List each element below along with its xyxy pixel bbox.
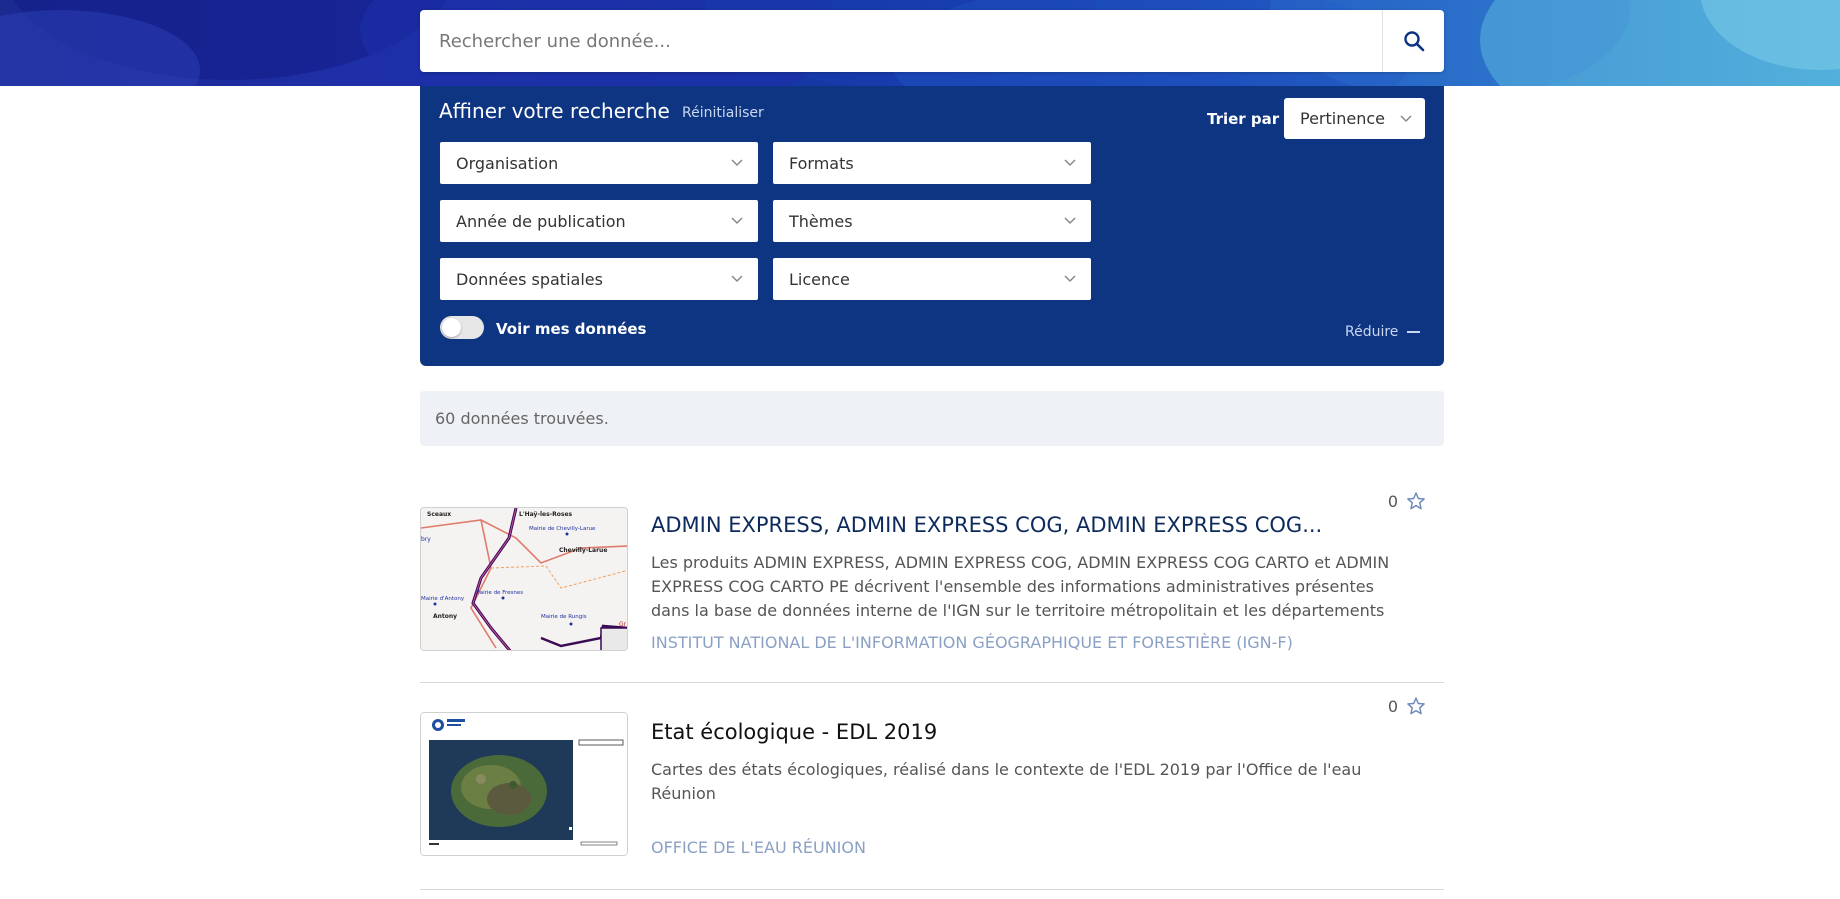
chevron-down-icon (1064, 275, 1076, 283)
filter-publication-year-label: Année de publication (456, 211, 626, 231)
reduce-filters-button[interactable]: Réduire (1345, 324, 1421, 340)
chevron-down-icon (1064, 159, 1076, 167)
chevron-down-icon (1400, 115, 1412, 123)
filter-licence-label: Licence (789, 269, 850, 289)
thumb-label-mairie-chevilly: Mairie de Chevilly-Larue (529, 526, 596, 532)
filter-licence[interactable]: Licence (773, 258, 1091, 300)
sort-select[interactable]: Pertinence (1284, 98, 1425, 139)
filter-spatial-data-label: Données spatiales (456, 269, 603, 289)
sort-label: Trier par : (1207, 110, 1291, 128)
filter-formats-label: Formats (789, 153, 854, 173)
filter-panel: Affiner votre recherche Réinitialiser Tr… (420, 86, 1444, 366)
chevron-down-icon (731, 275, 743, 283)
filter-formats[interactable]: Formats (773, 142, 1091, 184)
filter-publication-year[interactable]: Année de publication (440, 200, 758, 242)
favorite-count: 0 (1387, 696, 1398, 716)
dataset-thumbnail[interactable] (420, 712, 628, 856)
dataset-organization[interactable]: INSTITUT NATIONAL DE L'INFORMATION GÉOGR… (651, 633, 1293, 652)
sort-value: Pertinence (1300, 109, 1385, 128)
chevron-down-icon (731, 217, 743, 225)
search-icon (1403, 31, 1424, 52)
favorite-counter: 0 (1388, 491, 1426, 511)
thumb-label-chevilly: Chevilly-Larue (559, 547, 607, 554)
dataset-description: Les produits ADMIN EXPRESS, ADMIN EXPRES… (651, 553, 1390, 620)
my-data-toggle[interactable] (440, 316, 484, 339)
star-icon[interactable] (1406, 491, 1426, 511)
filter-organisation[interactable]: Organisation (440, 142, 758, 184)
reunion-map-thumbnail (421, 713, 627, 855)
admin-map-thumbnail: Sceaux L'Haÿ-les-Roses Mairie de Chevill… (421, 508, 627, 650)
thumb-label-antony: Antony (433, 613, 457, 620)
favorite-counter: 0 (1388, 696, 1426, 716)
filter-themes[interactable]: Thèmes (773, 200, 1091, 242)
thumb-label-sceaux: Sceaux (427, 511, 451, 518)
results-count: 60 données trouvées. (435, 409, 609, 428)
dataset-title[interactable]: ADMIN EXPRESS, ADMIN EXPRESS COG, ADMIN … (651, 513, 1322, 537)
dataset-description: Cartes des états écologiques, réalisé da… (651, 760, 1362, 803)
dataset-organization[interactable]: OFFICE DE L'EAU RÉUNION (651, 838, 866, 857)
chevron-down-icon (731, 159, 743, 167)
thumb-label-mairie-fresnes: Mairie de Fresnes (475, 590, 523, 596)
chevron-down-icon (1064, 217, 1076, 225)
toggle-knob (442, 318, 461, 337)
filter-title: Affiner votre recherche (439, 99, 670, 123)
my-data-toggle-label: Voir mes données (496, 320, 647, 338)
search-button[interactable] (1382, 10, 1444, 72)
filter-themes-label: Thèmes (789, 211, 853, 231)
dataset-title[interactable]: Etat écologique - EDL 2019 (651, 720, 937, 744)
dataset-card: Sceaux L'Haÿ-les-Roses Mairie de Chevill… (420, 492, 1444, 683)
star-icon[interactable] (1406, 696, 1426, 716)
thumb-label-gr: Gr (619, 621, 627, 628)
search-input[interactable] (420, 10, 1382, 72)
dataset-thumbnail[interactable]: Sceaux L'Haÿ-les-Roses Mairie de Chevill… (420, 507, 628, 651)
thumb-label-bry: bry (421, 536, 431, 543)
dataset-card: Etat écologique - EDL 2019 Cartes des ét… (420, 684, 1444, 890)
thumb-label-mairie-antony: Mairie d'Antony (421, 596, 465, 602)
minus-icon (1407, 331, 1421, 333)
reset-filters-link[interactable]: Réinitialiser (682, 105, 764, 121)
reduce-label: Réduire (1345, 324, 1399, 340)
results-count-bar: 60 données trouvées. (420, 391, 1444, 446)
filter-spatial-data[interactable]: Données spatiales (440, 258, 758, 300)
thumb-label-mairie-rungis: Mairie de Rungis (541, 614, 587, 620)
search-bar (420, 10, 1444, 72)
thumb-label-hay: L'Haÿ-les-Roses (519, 511, 573, 518)
favorite-count: 0 (1387, 491, 1398, 511)
filter-organisation-label: Organisation (456, 153, 559, 173)
